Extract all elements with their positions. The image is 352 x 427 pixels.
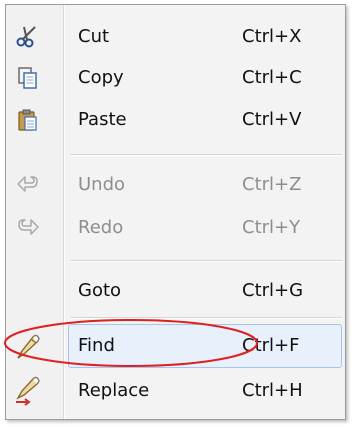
- menu-item-label: Copy: [78, 67, 124, 88]
- menu-item-copy[interactable]: Copy Ctrl+C: [6, 58, 345, 98]
- menu-item-shortcut: Ctrl+C: [242, 67, 302, 88]
- menu-item-label: Goto: [78, 280, 122, 301]
- redo-icon: [12, 212, 44, 244]
- scissors-icon: [12, 21, 44, 53]
- menu-item-shortcut: Ctrl+G: [242, 280, 304, 301]
- menu-item-shortcut: Ctrl+X: [242, 26, 302, 47]
- find-icon: [12, 330, 44, 362]
- menu-item-shortcut: Ctrl+V: [242, 109, 302, 130]
- menu-item-shortcut: Ctrl+H: [242, 380, 303, 401]
- menu-item-undo[interactable]: Undo Ctrl+Z: [6, 165, 345, 205]
- menu-item-shortcut: Ctrl+Y: [242, 217, 301, 238]
- menu-separator: [70, 154, 342, 156]
- menu-separator: [70, 260, 342, 262]
- menu-item-label: Replace: [78, 380, 150, 401]
- menu-item-find[interactable]: Find Ctrl+F: [6, 326, 345, 366]
- undo-icon: [12, 169, 44, 201]
- menu-item-label: Find: [78, 335, 115, 356]
- menu-item-redo[interactable]: Redo Ctrl+Y: [6, 208, 345, 248]
- paste-icon: [12, 104, 44, 136]
- menu-item-shortcut: Ctrl+Z: [242, 174, 302, 195]
- menu-item-goto[interactable]: Goto Ctrl+G: [6, 271, 345, 311]
- menu-item-cut[interactable]: Cut Ctrl+X: [6, 17, 345, 57]
- menu-item-shortcut: Ctrl+F: [242, 335, 300, 356]
- copy-icon: [12, 62, 44, 94]
- menu-item-label: Paste: [78, 109, 127, 130]
- replace-icon: [12, 375, 44, 407]
- menu-item-label: Cut: [78, 26, 110, 47]
- context-menu: Cut Ctrl+X Copy Ctrl+C Paste Ctrl+V Undo…: [5, 4, 346, 420]
- menu-separator: [70, 317, 342, 319]
- menu-item-label: Undo: [78, 174, 126, 195]
- menu-item-replace[interactable]: Replace Ctrl+H: [6, 371, 345, 411]
- menu-item-paste[interactable]: Paste Ctrl+V: [6, 100, 345, 140]
- menu-item-label: Redo: [78, 217, 124, 238]
